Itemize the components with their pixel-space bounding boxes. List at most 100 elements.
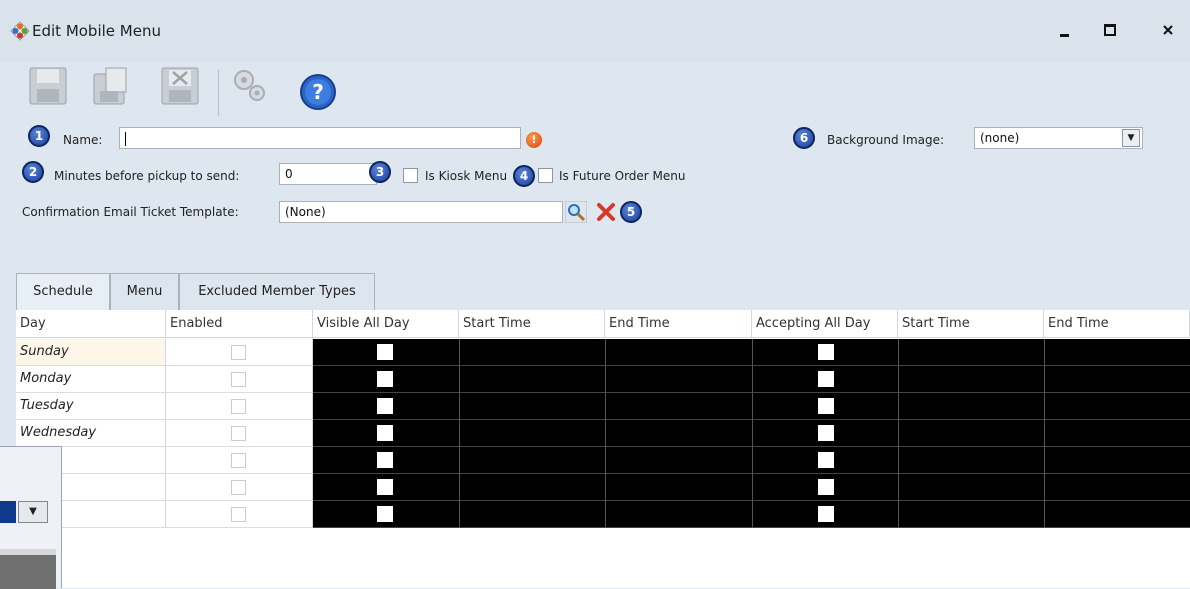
column-header-visible-all-day[interactable]: Visible All Day [313,310,459,338]
enabled-checkbox[interactable] [231,480,246,495]
schedule-grid: Day Enabled Visible All Day Start Time E… [16,310,1190,588]
column-divider [1044,474,1045,501]
visible-all-day-checkbox[interactable] [377,506,393,522]
accepting-all-day-checkbox[interactable] [818,479,834,495]
column-divider [605,393,606,420]
svg-text:?: ? [312,80,324,104]
callout-1: 1 [28,125,50,147]
chevron-down-icon[interactable]: ▼ [18,501,48,523]
accepting-all-day-checkbox[interactable] [818,371,834,387]
enabled-checkbox[interactable] [231,372,246,387]
background-image-select[interactable]: (none) ▼ [974,127,1143,149]
template-label: Confirmation Email Ticket Template: [22,205,239,219]
close-icon [1163,25,1173,35]
minimize-icon [1060,34,1069,37]
column-divider [752,447,753,474]
disabled-time-cells [313,366,1190,393]
callout-6: 6 [793,127,815,149]
table-row[interactable] [16,474,1190,501]
enabled-checkbox[interactable] [231,399,246,414]
column-header-start-time[interactable]: Start Time [459,310,605,338]
close-button[interactable] [1158,20,1178,40]
disabled-time-cells [313,447,1190,474]
column-divider [1044,447,1045,474]
minutes-input[interactable]: 0 [279,163,377,185]
column-divider [1044,393,1045,420]
name-input[interactable] [119,127,521,149]
clear-button[interactable] [595,201,617,226]
day-cell[interactable]: Sunday [16,339,166,366]
column-divider [605,447,606,474]
enabled-cell [166,393,313,420]
table-row[interactable]: Wednesday [16,420,1190,447]
column-divider [459,501,460,528]
column-divider [459,366,460,393]
column-divider [898,474,899,501]
visible-all-day-checkbox[interactable] [377,371,393,387]
column-divider [752,366,753,393]
template-input[interactable]: (None) [279,201,563,223]
column-divider [898,501,899,528]
visible-all-day-checkbox[interactable] [377,398,393,414]
column-header-end-time[interactable]: End Time [605,310,752,338]
search-icon [564,200,588,224]
day-cell[interactable]: Tuesday [16,393,166,420]
enabled-checkbox[interactable] [231,345,246,360]
column-divider [752,393,753,420]
accepting-all-day-checkbox[interactable] [818,425,834,441]
visible-all-day-checkbox[interactable] [377,425,393,441]
day-cell[interactable]: Monday [16,366,166,393]
warning-icon: ! [526,132,542,148]
column-divider [898,447,899,474]
accepting-all-day-checkbox[interactable] [818,398,834,414]
tab-schedule[interactable]: Schedule [16,273,110,310]
tab-excluded-member-types[interactable]: Excluded Member Types [179,273,375,310]
tab-menu[interactable]: Menu [110,273,179,310]
column-header-end-time-2[interactable]: End Time [1044,310,1190,338]
minutes-value: 0 [285,167,293,181]
maximize-button[interactable] [1100,20,1120,40]
column-divider [1044,501,1045,528]
save-button[interactable] [28,66,68,109]
window-title: Edit Mobile Menu [32,22,161,40]
callout-3: 3 [369,161,391,183]
settings-button[interactable] [230,66,270,109]
help-button[interactable]: ? [298,72,338,115]
callout-4: 4 [513,165,535,187]
enabled-checkbox[interactable] [231,453,246,468]
table-row[interactable] [16,501,1190,528]
column-header-enabled[interactable]: Enabled [166,310,313,338]
visible-all-day-checkbox[interactable] [377,479,393,495]
column-header-day[interactable]: Day [16,310,166,338]
thumbnail-image [0,549,56,589]
accepting-all-day-checkbox[interactable] [818,344,834,360]
accepting-all-day-checkbox[interactable] [818,506,834,522]
toolbar-separator [218,70,219,116]
table-row[interactable] [16,447,1190,474]
day-cell[interactable]: Wednesday [16,420,166,447]
kiosk-checkbox[interactable] [403,168,418,183]
enabled-checkbox[interactable] [231,426,246,441]
app-diamond-icon [10,21,30,41]
save-as-button[interactable] [92,66,132,109]
column-header-accepting-all-day[interactable]: Accepting All Day [752,310,898,338]
column-header-start-time-2[interactable]: Start Time [898,310,1044,338]
table-row[interactable]: Tuesday [16,393,1190,420]
title-bar: Edit Mobile Menu [0,0,1190,62]
column-divider [752,420,753,447]
delete-button[interactable] [160,66,200,109]
chevron-down-icon[interactable]: ▼ [1122,129,1140,147]
column-divider [752,474,753,501]
minimize-button[interactable] [1054,20,1074,40]
table-row[interactable]: Monday [16,366,1190,393]
table-row[interactable]: Sunday [16,339,1190,366]
enabled-checkbox[interactable] [231,507,246,522]
column-divider [459,420,460,447]
enabled-cell [166,420,313,447]
future-order-checkbox[interactable] [538,168,553,183]
visible-all-day-checkbox[interactable] [377,452,393,468]
accepting-all-day-checkbox[interactable] [818,452,834,468]
visible-all-day-checkbox[interactable] [377,344,393,360]
search-button[interactable] [564,200,588,226]
enabled-cell [166,366,313,393]
